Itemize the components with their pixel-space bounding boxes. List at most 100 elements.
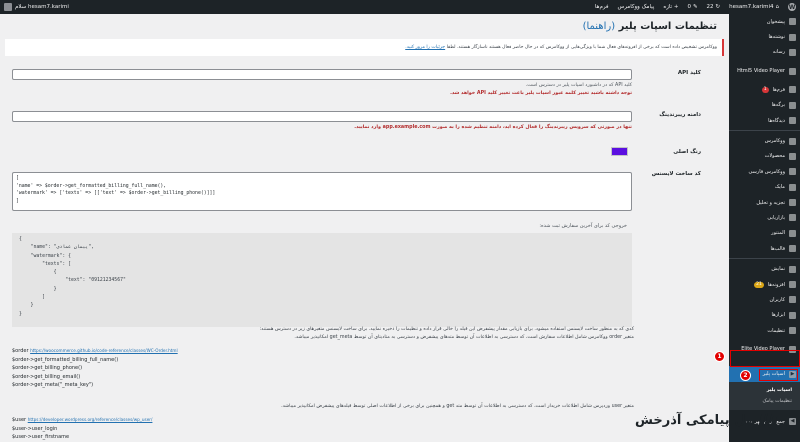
sidebar-item-mic[interactable]: مایک [729, 180, 800, 195]
sidebar-item-label: پیشخوان [766, 18, 785, 25]
sidebar-item-label: بازاریابی [767, 214, 785, 221]
domain-input[interactable] [12, 111, 632, 122]
sidebar-item-dashboard[interactable]: پیشخوان [729, 14, 800, 29]
sidebar-item-pin[interactable]: نوشته‌ها [729, 29, 800, 44]
comment-icon [789, 117, 796, 125]
notice-text: ووکامرس تشخیص داده است که برخی از افزونه… [446, 45, 717, 50]
tools-icon [789, 311, 796, 319]
sidebar-item-label: افزونه‌ها [767, 281, 785, 288]
home-icon: ⌂ [775, 4, 780, 10]
sidebar-item-label: برگه‌ها [771, 102, 785, 109]
sidebar-item-label: دیدگاه‌ها [768, 117, 785, 124]
sidebar-item-label: ابزارها [771, 312, 785, 319]
user-avatar[interactable] [4, 3, 12, 11]
user-doc-link[interactable]: https://developer.wordpress.org/referenc… [28, 417, 153, 422]
sidebar-item-label: تنظیمات [767, 327, 785, 334]
submenu-item-spotplayer[interactable]: اسپات پلیر [729, 385, 800, 396]
sample-line: "name": "پیمان عمادی", [19, 245, 95, 251]
sidebar-item-brush[interactable]: نمایش [729, 261, 800, 276]
sidebar-item-forms[interactable]: فرم‌ها 1 [729, 82, 800, 97]
sample-line: { [19, 270, 57, 276]
brand-name: پنل پیامکی آذرخش [634, 412, 756, 428]
elementor-icon [789, 229, 796, 237]
order-var: $order [12, 348, 29, 354]
updates-icon: ↻ [715, 4, 721, 10]
sidebar-item-media[interactable]: رسانه [729, 45, 800, 60]
sample-output-box: { "name": "پیمان عمادی", "watermark": { … [12, 233, 632, 327]
sidebar-item-label: تجزیه و تحلیل [756, 199, 785, 206]
woo-icon [789, 137, 796, 145]
comment-icon: ✎ [692, 4, 698, 10]
sample-line: { [19, 237, 22, 242]
primary-color-picker[interactable] [611, 147, 628, 156]
mic-icon [789, 183, 796, 191]
color-label: رنگ اصلی [673, 149, 701, 155]
sidebar-item-product[interactable]: محصولات [729, 149, 800, 164]
main-content: تنظیمات اسپات پلیر (راهنما) ووکامرس تشخی… [0, 14, 729, 442]
sidebar-item-comment[interactable]: دیدگاه‌ها [729, 113, 800, 128]
updates-link[interactable]: ↻ 22 [707, 4, 721, 10]
sms-link[interactable]: پیامک ووکامرس [618, 4, 655, 10]
sidebar-item-woo-fa[interactable]: ووکامرس فارسی [729, 164, 800, 179]
media-icon [789, 48, 796, 56]
sidebar-item-user[interactable]: کاربران [729, 292, 800, 307]
notice-review-link[interactable]: جزئیات را مرور کنید. [405, 45, 445, 50]
collapse-icon: ◀ [789, 418, 796, 425]
sidebar-item-template[interactable]: قالب‌ها [729, 241, 800, 256]
sample-line: } [19, 311, 22, 317]
sidebar-badge: 1 [761, 86, 769, 93]
help-paragraph-1: کدی که به منظور ساخت لایسنس استفاده میشو… [259, 327, 634, 332]
user-var: $user [12, 417, 27, 423]
api-key-description: کلید API که در داشبورد اسپات پلیر در دست… [525, 83, 632, 88]
site-name-link[interactable]: ⌂ hesam7.karimi4 [729, 4, 779, 10]
template-icon [789, 245, 796, 253]
sidebar-item-woo[interactable]: ووکامرس [729, 133, 800, 148]
sidebar-item-label: Html5 Video Player [737, 68, 785, 75]
code-item: $order->get_billing_phone() [12, 365, 83, 371]
help-link[interactable]: (راهنما) [583, 21, 616, 32]
pin-icon [789, 33, 796, 41]
comments-link[interactable]: ✎ 0 [687, 4, 697, 10]
admin-user-greeting[interactable]: سلام hesam7.karimi [15, 4, 69, 10]
sidebar-item-megaphone[interactable]: بازاریابی [729, 210, 800, 225]
sidebar-item-plugin[interactable]: افزونه‌ها 21 [729, 277, 800, 292]
sidebar-item-label: نمایش [771, 266, 785, 273]
order-doc-link[interactable]: https://woocommerce.github.io/code-refer… [30, 348, 178, 353]
sidebar-item-page[interactable]: برگه‌ها [729, 98, 800, 113]
license-code-label: کد ساخت لایسنس [651, 171, 701, 177]
forms-link[interactable]: فرم‌ها [595, 4, 609, 10]
user-icon [789, 296, 796, 304]
sidebar-item-label: ووکامرس [764, 138, 785, 145]
sidebar-item-label: قالب‌ها [770, 245, 785, 252]
api-key-warning: توجه داشته باشید تغییر کلمه عبور اسپات پ… [450, 91, 632, 96]
sidebar-item-tools[interactable]: ابزارها [729, 308, 800, 323]
sidebar-badge: 21 [754, 281, 764, 288]
brand-logo-icon [758, 412, 778, 428]
sidebar-item-label: محصولات [764, 153, 785, 160]
admin-bar: سلام hesam7.karimi W ⌂ hesam7.karimi4 ↻ … [0, 0, 800, 14]
sidebar-item-elementor[interactable]: المنتور [729, 226, 800, 241]
settings-icon [789, 327, 796, 335]
plugin-icon [789, 281, 796, 289]
api-key-label: کلید API [677, 70, 701, 76]
user-methods-list: $user https://developer.wordpress.org/re… [12, 416, 152, 442]
wordpress-logo-icon[interactable]: W [788, 3, 796, 11]
sample-line: "texts": [ [19, 261, 71, 267]
sidebar-item-analytics[interactable]: تجزیه و تحلیل [729, 195, 800, 210]
new-content-link[interactable]: + تازه [663, 4, 678, 10]
sidebar-submenu: اسپات پلیر تنظیمات پیامک [729, 381, 800, 410]
sidebar-item-settings[interactable]: تنظیمات [729, 323, 800, 338]
sidebar-item-label: ووکامرس فارسی [748, 168, 785, 175]
brush-icon [789, 265, 796, 273]
sidebar-item-label: کاربران [769, 296, 785, 303]
submenu-item-sms-settings[interactable]: تنظیمات پیامک [729, 396, 800, 407]
sidebar-item-video[interactable]: Html5 Video Player [729, 60, 800, 82]
product-icon [789, 152, 796, 160]
forms-icon [789, 86, 796, 94]
sidebar-item-label: المنتور [771, 230, 785, 237]
code-item: $order->get_meta("_meta_key") [12, 382, 94, 388]
page-icon [789, 101, 796, 109]
license-code-textarea[interactable]: [ 'name' => $order->get_formatted_billin… [12, 172, 632, 211]
sidebar-item-label: فرم‌ها [772, 86, 785, 93]
api-key-input[interactable] [12, 69, 632, 80]
